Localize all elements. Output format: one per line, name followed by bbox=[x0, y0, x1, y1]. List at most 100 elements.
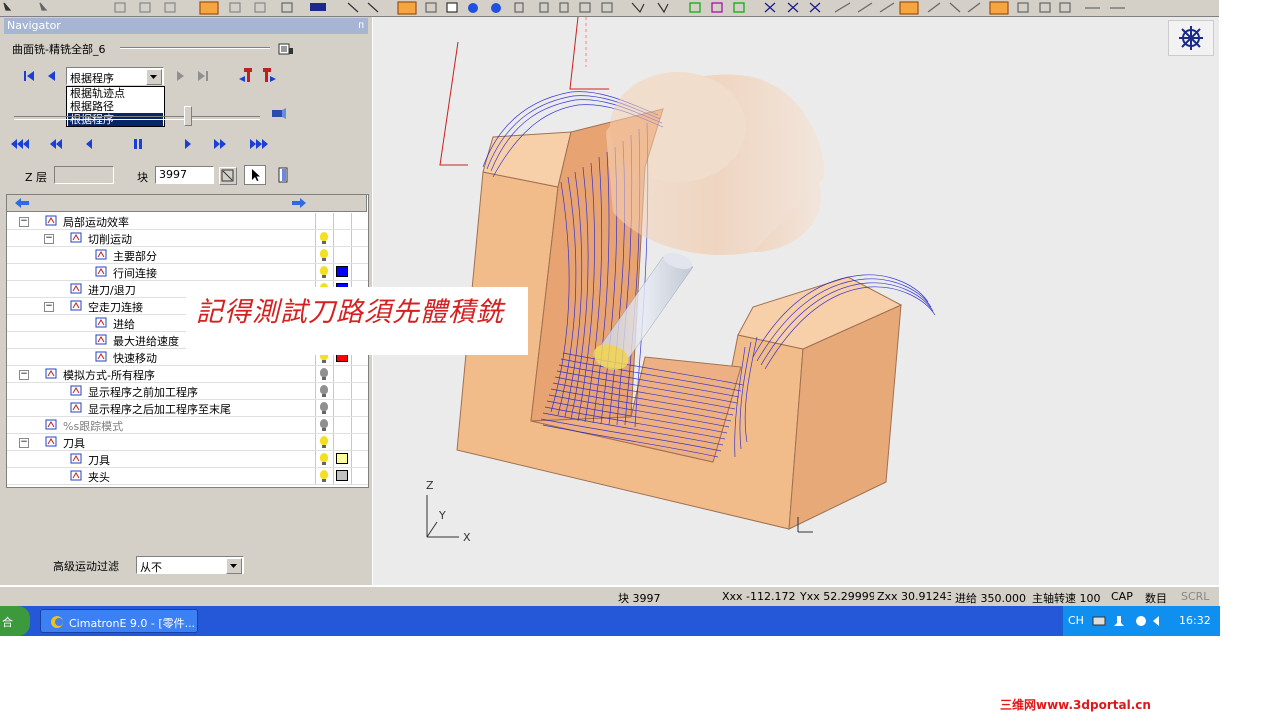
visibility-bulb-icon[interactable] bbox=[320, 453, 328, 465]
tree-cell-c1[interactable] bbox=[315, 213, 334, 229]
navigator-title: Navigator bbox=[7, 19, 61, 32]
z-layer-field[interactable] bbox=[54, 166, 114, 184]
tree-cell-c1[interactable] bbox=[315, 468, 334, 484]
tree-cell-c1[interactable] bbox=[315, 400, 334, 416]
tree-cell-c1[interactable] bbox=[315, 366, 334, 382]
tree-cell-c2[interactable] bbox=[333, 247, 352, 263]
tree-row[interactable]: 行间连接 bbox=[7, 264, 368, 281]
tree-cell-c2[interactable] bbox=[333, 400, 352, 416]
start-button[interactable]: 合 bbox=[0, 606, 30, 636]
tree-row-label: 显示程序之后加工程序至末尾 bbox=[88, 403, 231, 416]
tree-cell-c1[interactable] bbox=[315, 451, 334, 467]
tree-cell-c2[interactable] bbox=[333, 213, 352, 229]
tree-cell-c2[interactable] bbox=[333, 434, 352, 450]
color-swatch[interactable] bbox=[336, 266, 348, 277]
visibility-bulb-icon[interactable] bbox=[320, 402, 328, 414]
tree-row[interactable]: %s跟踪模式 bbox=[7, 417, 368, 434]
status-block: 块 3997 bbox=[618, 592, 661, 605]
speed-settings-icon[interactable] bbox=[270, 106, 288, 122]
max-feed-icon bbox=[95, 334, 107, 345]
visibility-bulb-icon[interactable] bbox=[320, 385, 328, 397]
tree-cell-c1[interactable] bbox=[315, 230, 334, 246]
cimatron-app-icon bbox=[51, 616, 63, 628]
procedure-properties-icon[interactable] bbox=[278, 42, 294, 56]
pin-icon[interactable]: ᴨ bbox=[358, 18, 364, 34]
advanced-filter-dropdown-button[interactable] bbox=[226, 558, 242, 574]
axis-x-label: X bbox=[463, 531, 471, 544]
tree-cell-c2[interactable] bbox=[333, 230, 352, 246]
tree-row[interactable]: − 模拟方式-所有程序 bbox=[7, 366, 368, 383]
block-label: 块 bbox=[137, 171, 148, 184]
orientation-cube-icon bbox=[1179, 26, 1203, 50]
chevron-down-icon bbox=[150, 75, 157, 79]
tree-cell-c2[interactable] bbox=[333, 451, 352, 467]
tree-row[interactable]: 夹头 bbox=[7, 468, 368, 485]
tree-cell-c2[interactable] bbox=[333, 468, 352, 484]
tree-cell-c1[interactable] bbox=[315, 417, 334, 433]
view-orientation-button[interactable] bbox=[1168, 20, 1214, 56]
arrow-left-icon[interactable] bbox=[13, 196, 31, 210]
tree-cell-c1[interactable] bbox=[315, 383, 334, 399]
tree-row-label: 夹头 bbox=[88, 471, 110, 484]
visibility-bulb-icon[interactable] bbox=[320, 232, 328, 244]
taskbar-app-label: CimatronE 9.0 - [零件... bbox=[69, 617, 196, 630]
tree-expander[interactable]: − bbox=[19, 217, 29, 227]
color-swatch[interactable] bbox=[336, 453, 348, 464]
tree-expander[interactable]: − bbox=[44, 302, 54, 312]
tree-row-label: 刀具 bbox=[88, 454, 110, 467]
visibility-bulb-icon[interactable] bbox=[320, 436, 328, 448]
tree-row[interactable]: − 局部运动效率 bbox=[7, 213, 368, 230]
mode-option-path[interactable]: 根据路径 bbox=[68, 100, 163, 113]
advanced-filter-label: 高级运动过滤 bbox=[53, 560, 119, 573]
tree-cell-c2[interactable] bbox=[333, 383, 352, 399]
tree-cell-c2[interactable] bbox=[333, 417, 352, 433]
tool-forward-icon[interactable] bbox=[260, 67, 278, 85]
first-step-icon[interactable] bbox=[22, 69, 36, 83]
tree-cell-c2[interactable] bbox=[333, 264, 352, 280]
tree-cell-c3 bbox=[351, 417, 368, 433]
visibility-bulb-icon[interactable] bbox=[320, 266, 328, 278]
advanced-filter-value: 从不 bbox=[140, 561, 162, 574]
tree-row[interactable]: 刀具 bbox=[7, 451, 368, 468]
tree-row[interactable]: − 刀具 bbox=[7, 434, 368, 451]
mode-option-trajectory-point[interactable]: 根据轨迹点 bbox=[68, 87, 163, 100]
tree-cell-c3 bbox=[351, 213, 368, 229]
tree-cell-c1[interactable] bbox=[315, 247, 334, 263]
next-step-icon[interactable] bbox=[174, 69, 188, 83]
language-indicator[interactable]: CH bbox=[1068, 614, 1084, 627]
visibility-bulb-icon[interactable] bbox=[320, 470, 328, 482]
tool-back-icon[interactable] bbox=[238, 67, 256, 85]
tree-cell-c1[interactable] bbox=[315, 434, 334, 450]
rapid-move-line bbox=[439, 41, 468, 166]
tree-expander[interactable]: − bbox=[19, 370, 29, 380]
speed-slider-thumb[interactable] bbox=[184, 106, 192, 126]
speed-slider-track[interactable] bbox=[14, 116, 260, 120]
tree-row[interactable]: 显示程序之前加工程序 bbox=[7, 383, 368, 400]
tree-expander[interactable]: − bbox=[44, 234, 54, 244]
tree-row[interactable]: 主要部分 bbox=[7, 247, 368, 264]
arrow-right-icon[interactable] bbox=[290, 196, 308, 210]
block-field[interactable]: 3997 bbox=[155, 166, 214, 184]
tree-row[interactable]: 显示程序之后加工程序至末尾 bbox=[7, 400, 368, 417]
site-watermark: 三维网www.3dportal.cn bbox=[1000, 698, 1151, 712]
last-step-icon[interactable] bbox=[196, 69, 210, 83]
visibility-bulb-icon[interactable] bbox=[320, 368, 328, 380]
previous-step-icon[interactable] bbox=[44, 69, 58, 83]
visibility-bulb-icon[interactable] bbox=[320, 419, 328, 431]
door-icon[interactable] bbox=[274, 166, 292, 184]
tree-cell-c3 bbox=[351, 230, 368, 246]
color-swatch[interactable] bbox=[336, 470, 348, 481]
block-clear-button[interactable] bbox=[219, 167, 237, 185]
volume-icon bbox=[1114, 616, 1124, 626]
advanced-filter-select[interactable]: 从不 bbox=[136, 556, 244, 574]
taskbar-app-button[interactable]: CimatronE 9.0 - [零件... bbox=[40, 609, 198, 633]
mode-select[interactable]: 根据程序 bbox=[66, 67, 164, 85]
tree-cell-c2[interactable] bbox=[333, 366, 352, 382]
trace-mode-icon bbox=[45, 419, 57, 430]
select-pointer-button[interactable] bbox=[244, 165, 266, 185]
tree-expander[interactable]: − bbox=[19, 438, 29, 448]
visibility-bulb-icon[interactable] bbox=[320, 249, 328, 261]
mode-select-dropdown-button[interactable] bbox=[146, 69, 162, 85]
tree-row[interactable]: − 切削运动 bbox=[7, 230, 368, 247]
tree-cell-c1[interactable] bbox=[315, 264, 334, 280]
